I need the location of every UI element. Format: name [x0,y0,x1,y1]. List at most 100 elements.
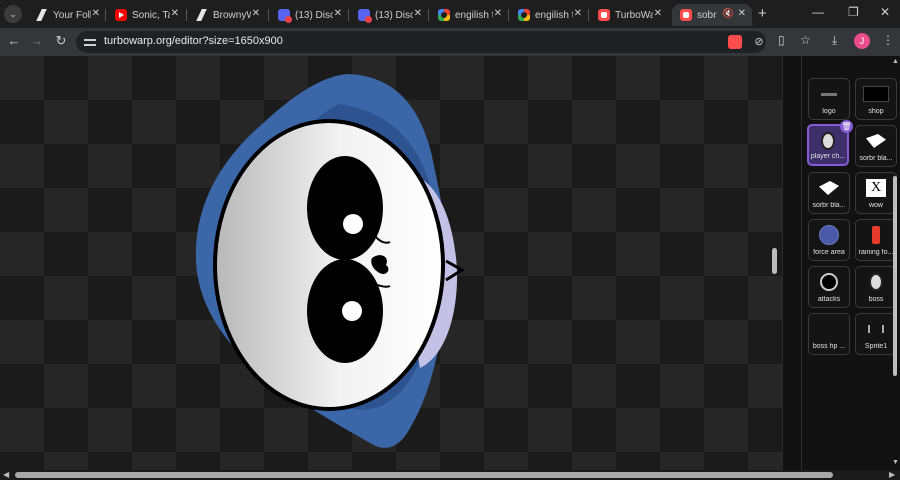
horizontal-scroll-thumb[interactable] [15,472,833,478]
reload-icon[interactable]: ↻ [52,33,70,49]
site-settings-icon[interactable] [84,36,96,48]
sprite-thumbnail [809,176,849,200]
tab-turbowarp[interactable]: TurboWar ✕ [590,4,668,26]
sprite-thumbnail [809,223,849,247]
tab-discord-1[interactable]: (13) Disco ✕ [270,4,348,26]
tab-separator [508,9,509,21]
scroll-up-arrow-icon[interactable]: ▲ [892,58,899,65]
sprite-selector-pane: logo shop player ch... 🗑 sorbr bla... so… [782,56,900,470]
tab-separator [348,9,349,21]
sprite-name: Sprite1 [864,343,888,350]
close-window-icon[interactable]: ✕ [880,5,890,19]
tab-sobr-active[interactable]: sobr 🔇 ✕ [672,4,752,26]
sprite-tile-player-character[interactable]: player ch... 🗑 [807,120,853,166]
sprite-thumbnail [809,317,849,341]
tab-separator [105,9,106,21]
sprite-tile-logo[interactable]: logo [808,78,850,120]
close-icon[interactable]: ✕ [414,8,422,19]
tab-title: Your Follo [53,9,91,21]
pane-divider [801,56,802,470]
bolt-icon [196,9,208,21]
profile-avatar[interactable]: J [854,33,870,49]
download-icon[interactable]: ⤓ [832,33,837,48]
player-character-sprite[interactable] [195,74,465,448]
tab-brownyw[interactable]: BrownyW ✕ [188,4,266,26]
scroll-left-arrow-icon[interactable]: ◀ [3,470,9,479]
close-icon[interactable]: ✕ [252,8,260,19]
sprite-tile-force-area[interactable]: force area [808,219,850,261]
page-icon[interactable]: ▯ [778,33,785,47]
restore-icon[interactable]: ❐ [848,5,859,19]
sprite-tile-attacks[interactable]: attacks [808,266,850,308]
close-icon[interactable]: ✕ [171,8,179,19]
sprite-thumbnail [809,82,849,106]
sprite-thumbnail [856,317,896,341]
stage-vertical-scrollbar[interactable] [772,248,777,274]
sprite-name: boss [868,296,884,303]
browser-window: ⌄ Your Follo ✕ Sonic, Tail ✕ BrownyW ✕ (… [0,0,900,480]
back-icon[interactable]: ← [5,33,23,48]
sprite-tile-shop[interactable]: shop [855,78,897,120]
sprite-name: sorbr bla... [812,202,846,209]
sprite-thumbnail [856,270,896,294]
scroll-down-arrow-icon[interactable]: ▼ [892,459,899,466]
close-icon[interactable]: ✕ [92,8,100,19]
close-icon[interactable]: ✕ [654,8,662,19]
trash-icon[interactable]: 🗑 [840,120,853,133]
sprite-tile-sorbr-bla-2[interactable]: sorbr bla... [808,172,850,214]
tab-discord-2[interactable]: (13) Disco ✕ [350,4,428,26]
sprite-pane-scrollbar[interactable] [893,176,897,376]
stage-canvas [195,74,465,448]
sprite-name: force area [813,249,845,256]
turbowarp-extension-icon[interactable] [728,35,742,49]
tab-sonic[interactable]: Sonic, Tail ✕ [107,4,185,26]
sprite-tile-sprite1[interactable]: Sprite1 [855,313,897,355]
wow-thumb-text: X [866,179,886,197]
new-tab-button[interactable]: + [758,5,767,22]
sprite-name: logo [822,108,836,115]
tab-title: BrownyW [213,9,251,21]
sprite-thumbnail [809,270,849,294]
upper-eye [307,156,383,260]
upper-pupil [343,214,363,234]
tab-separator [428,9,429,21]
menu-dots-icon[interactable]: ⋮ [882,33,894,47]
google-icon [518,9,530,21]
forward-icon[interactable]: → [28,33,46,48]
sprite-tile-boss[interactable]: boss [855,266,897,308]
discord-icon [278,9,292,23]
page-horizontal-scrollbar[interactable]: ◀ ▶ [0,470,900,480]
sprite-tile-wow[interactable]: X wow [855,172,897,214]
tab-title: (13) Disco [375,9,413,21]
tab-strip: ⌄ Your Follo ✕ Sonic, Tail ✕ BrownyW ✕ (… [0,0,900,28]
tab-title: engilish tr [455,9,493,21]
browser-toolbar: ← → ↻ turbowarp.org/editor?size=1650x900… [0,28,900,56]
eye-off-icon[interactable]: ⊘ [752,35,766,49]
url-text[interactable]: turbowarp.org/editor?size=1650x900 [104,35,283,47]
project-stage[interactable] [0,56,782,470]
sprite-name: raining fo... [858,249,894,256]
tab-google-2[interactable]: engilish tr ✕ [510,4,588,26]
close-icon[interactable]: ✕ [574,8,582,19]
address-bar[interactable]: turbowarp.org/editor?size=1650x900 ⊘ [76,31,766,53]
sprite-tile-boss-hp[interactable]: boss hp ... [808,313,850,355]
tab-your-follo[interactable]: Your Follo ✕ [28,4,106,26]
sprite-thumbnail [809,129,847,153]
tab-separator [186,9,187,21]
sprite-tile-sorbr-bla-1[interactable]: sorbr bla... [855,125,897,167]
minimize-icon[interactable]: — [812,5,824,19]
bookmark-star-icon[interactable]: ☆ [800,33,811,47]
sprite-thumbnail [856,129,896,153]
sprite-name: sorbr bla... [859,155,893,162]
close-icon[interactable]: ✕ [334,8,342,19]
tab-search-button[interactable]: ⌄ [4,5,22,23]
tab-title: engilish tr [535,9,573,21]
scroll-right-arrow-icon[interactable]: ▶ [889,470,895,479]
sprite-name: boss hp ... [812,343,846,350]
close-icon[interactable]: ✕ [494,8,502,19]
tab-google-1[interactable]: engilish tr ✕ [430,4,508,26]
close-icon[interactable]: ✕ [738,8,746,19]
muted-speaker-icon[interactable]: 🔇 [723,8,734,19]
google-icon [438,9,450,21]
sprite-tile-raining-fo[interactable]: raining fo... [855,219,897,261]
